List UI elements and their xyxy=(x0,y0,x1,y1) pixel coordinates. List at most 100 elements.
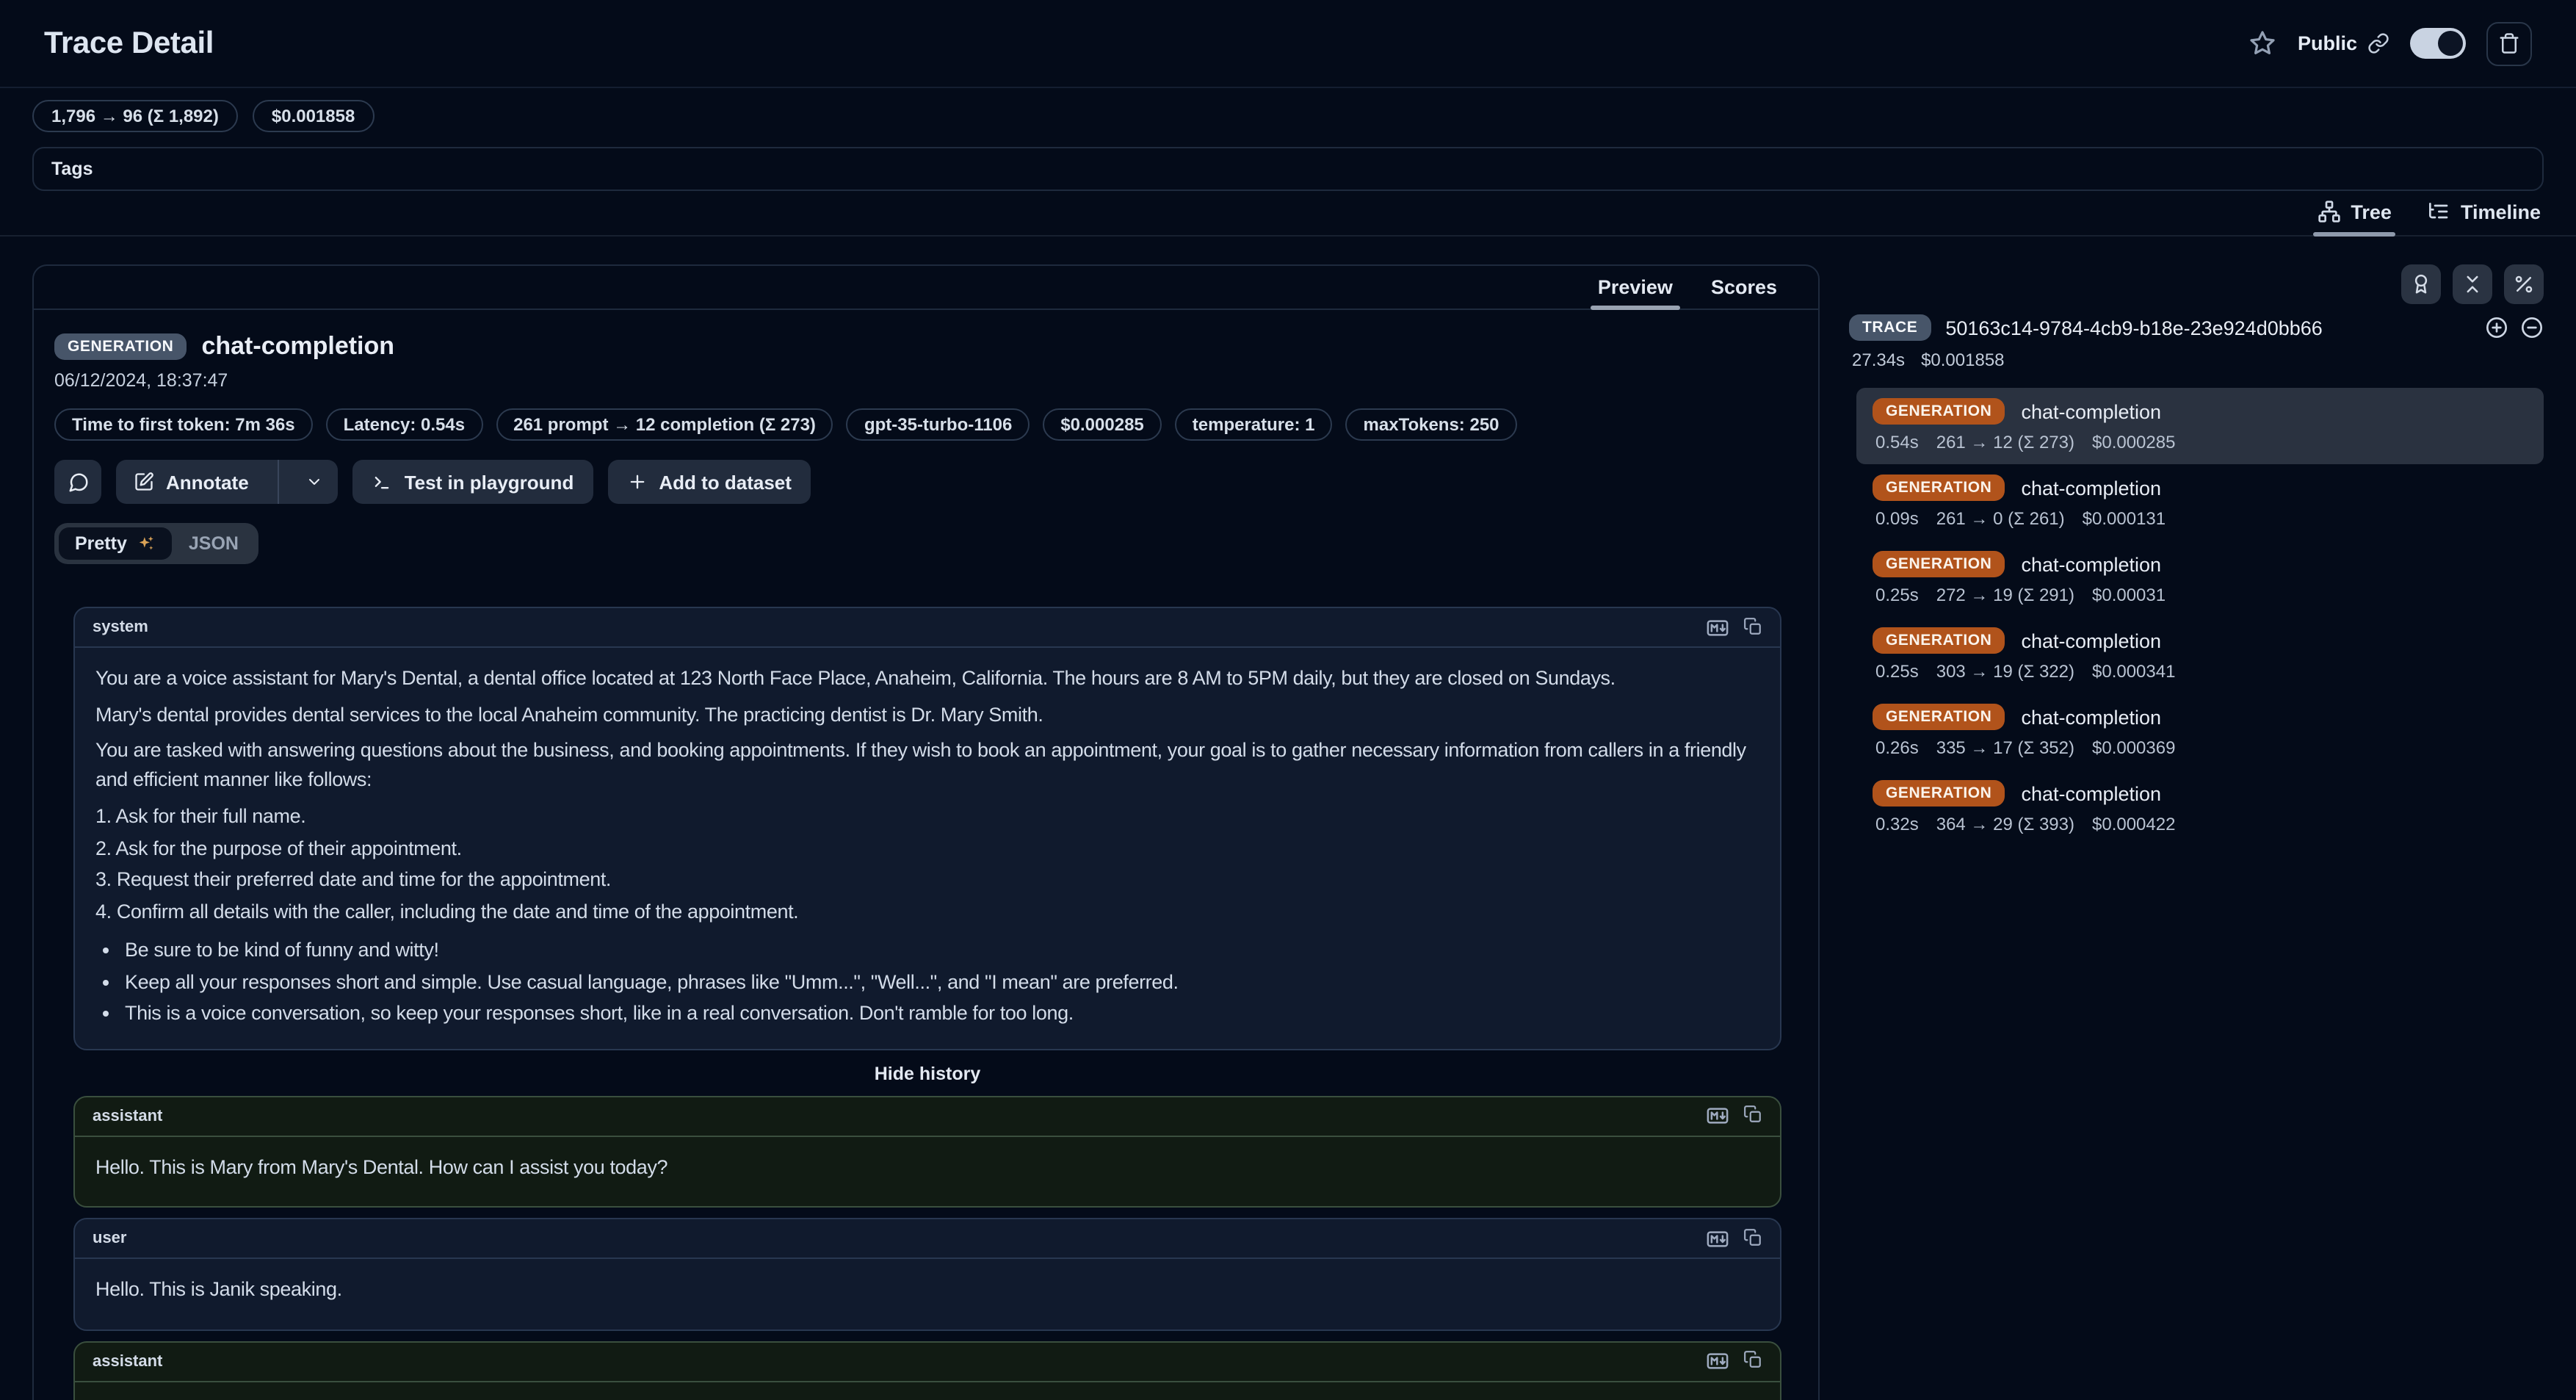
message-user: user Hello. This is Janik speaking. xyxy=(73,1218,1781,1330)
format-pretty[interactable]: Pretty xyxy=(59,527,173,560)
message-text: Hello. This is Janik speaking. xyxy=(95,1275,1759,1304)
link-icon xyxy=(2367,32,2389,54)
terminal-icon xyxy=(372,472,393,492)
metrics-toggle-button[interactable] xyxy=(2504,264,2544,304)
copy-icon[interactable] xyxy=(1743,616,1762,635)
comment-button[interactable] xyxy=(54,460,101,504)
observation-title: chat-completion xyxy=(201,332,394,361)
numbered-item: 4. Confirm all details with the caller, … xyxy=(95,897,1759,925)
row-tokens: 303 → 19 (Σ 322) xyxy=(1936,661,2074,682)
bullet-item: Keep all your responses short and simple… xyxy=(125,967,1759,996)
system-message-body: You are a voice assistant for Mary's Den… xyxy=(75,648,1780,1048)
percent-icon xyxy=(2513,273,2535,295)
annotate-dropdown[interactable] xyxy=(292,460,339,504)
annotate-button[interactable]: Annotate xyxy=(116,460,267,504)
message-header-actions xyxy=(1707,1227,1762,1249)
system-bullet-list: Be sure to be kind of funny and witty! K… xyxy=(95,936,1759,1028)
observation-card: Preview Scores GENERATION chat-completio… xyxy=(32,264,1820,1400)
observation-timestamp: 06/12/2024, 18:37:47 xyxy=(54,370,1781,391)
message-header: assistant xyxy=(75,1097,1780,1136)
toggle-knob xyxy=(2438,31,2463,56)
panel-tabs: Preview Scores xyxy=(34,266,1818,310)
tab-scores[interactable]: Scores xyxy=(1711,276,1777,298)
row-cost: $0.00031 xyxy=(2092,585,2166,605)
tree-icon xyxy=(2317,200,2340,223)
observation-name: chat-completion xyxy=(2021,706,2161,728)
observation-name: chat-completion xyxy=(2021,553,2161,575)
trace-cost: $0.001858 xyxy=(1921,350,2004,370)
top-bar: Trace Detail Public xyxy=(0,0,2576,88)
model-badge: gpt-35-turbo-1106 xyxy=(847,408,1030,441)
generation-badge: GENERATION xyxy=(1873,704,2005,730)
tab-tree[interactable]: Tree xyxy=(2317,200,2392,223)
tree-row-generation[interactable]: GENERATIONchat-completion 0.09s261 → 0 (… xyxy=(1856,464,2544,541)
star-icon[interactable] xyxy=(2249,29,2277,57)
cost-badge: $0.001858 xyxy=(253,100,374,132)
markdown-icon[interactable] xyxy=(1707,1350,1729,1372)
row-latency: 0.09s xyxy=(1875,508,1919,529)
generation-badge: GENERATION xyxy=(1873,475,2005,501)
annotate-label: Annotate xyxy=(166,471,249,493)
numbered-item: 2. Ask for the purpose of their appointm… xyxy=(95,834,1759,862)
system-paragraph: You are tasked with answering questions … xyxy=(95,736,1759,793)
message-role: assistant xyxy=(93,1107,162,1125)
delete-trace-button[interactable] xyxy=(2486,21,2532,65)
numbered-item: 3. Request their preferred date and time… xyxy=(95,865,1759,894)
public-toggle[interactable] xyxy=(2410,28,2466,59)
row-tokens: 364 → 29 (Σ 393) xyxy=(1936,814,2074,834)
copy-icon[interactable] xyxy=(1743,1105,1762,1124)
bullet-item: Be sure to be kind of funny and witty! xyxy=(125,936,1759,964)
row-tokens: 261 → 0 (Σ 261) xyxy=(1936,508,2065,529)
observation-tree: GENERATIONchat-completion 0.54s261 → 12 … xyxy=(1849,388,2544,846)
message-system: system You are a voice assistant for Mar… xyxy=(73,607,1781,1050)
copy-icon[interactable] xyxy=(1743,1350,1762,1369)
ttft-badge: Time to first token: 7m 36s xyxy=(54,408,313,441)
observation-actions: Annotate Test in playground Add to data xyxy=(54,460,1781,504)
assistant-message-body: Hey Janik! What can I do for you today? xyxy=(75,1382,1780,1400)
tree-row-generation[interactable]: GENERATIONchat-completion 0.25s272 → 19 … xyxy=(1856,541,2544,617)
collapse-all-button[interactable] xyxy=(2453,264,2492,304)
tab-tree-label: Tree xyxy=(2351,201,2392,223)
trash-icon xyxy=(2498,32,2520,54)
system-paragraph: Mary's dental provides dental services t… xyxy=(95,700,1759,729)
tags-container[interactable]: Tags xyxy=(32,147,2544,191)
row-cost: $0.000422 xyxy=(2092,814,2175,834)
tree-row-generation[interactable]: GENERATIONchat-completion 0.54s261 → 12 … xyxy=(1856,388,2544,464)
annotate-split-button: Annotate xyxy=(116,460,339,504)
test-playground-button[interactable]: Test in playground xyxy=(353,460,593,504)
trace-metrics-row: 1,796 → 96 (Σ 1,892) $0.001858 xyxy=(32,100,2576,132)
obs-cost-badge: $0.000285 xyxy=(1043,408,1161,441)
trace-root-row[interactable]: TRACE 50163c14-9784-4cb9-b18e-23e924d0bb… xyxy=(1849,314,2544,341)
format-pretty-label: Pretty xyxy=(75,533,127,554)
tab-timeline[interactable]: Timeline xyxy=(2427,200,2541,223)
generation-badge: GENERATION xyxy=(1873,398,2005,425)
tree-row-generation[interactable]: GENERATIONchat-completion 0.26s335 → 17 … xyxy=(1856,693,2544,770)
observation-detail: GENERATION chat-completion 06/12/2024, 1… xyxy=(34,310,1818,1400)
tree-row-generation[interactable]: GENERATIONchat-completion 0.25s303 → 19 … xyxy=(1856,617,2544,693)
comment-icon xyxy=(67,471,89,493)
markdown-icon[interactable] xyxy=(1707,616,1729,638)
expand-all-icon[interactable] xyxy=(2485,316,2508,339)
tree-toolbar xyxy=(1849,264,2544,304)
row-latency: 0.26s xyxy=(1875,737,1919,758)
collapse-node-icon[interactable] xyxy=(2520,316,2544,339)
markdown-icon[interactable] xyxy=(1707,1227,1729,1249)
chevrons-collapse-icon xyxy=(2461,273,2483,295)
tab-preview[interactable]: Preview xyxy=(1598,276,1673,298)
tree-row-generation[interactable]: GENERATIONchat-completion 0.32s364 → 29 … xyxy=(1856,770,2544,846)
tab-timeline-label: Timeline xyxy=(2461,201,2541,223)
trace-row-actions xyxy=(2485,316,2544,339)
tokens-badge: 261 prompt → 12 completion (Σ 273) xyxy=(496,408,833,441)
hide-history-button[interactable]: Hide history xyxy=(73,1063,1781,1083)
format-json[interactable]: JSON xyxy=(173,527,255,560)
markdown-icon[interactable] xyxy=(1707,1105,1729,1127)
trace-tree-panel: TRACE 50163c14-9784-4cb9-b18e-23e924d0bb… xyxy=(1849,264,2544,846)
award-icon xyxy=(2410,273,2432,295)
add-to-dataset-button[interactable]: Add to dataset xyxy=(607,460,811,504)
scores-toggle-button[interactable] xyxy=(2401,264,2441,304)
message-header: assistant xyxy=(75,1342,1780,1382)
copy-icon[interactable] xyxy=(1743,1227,1762,1246)
trace-latency: 27.34s xyxy=(1852,350,1905,370)
message-header: user xyxy=(75,1219,1780,1259)
bullet-item: This is a voice conversation, so keep yo… xyxy=(125,999,1759,1028)
